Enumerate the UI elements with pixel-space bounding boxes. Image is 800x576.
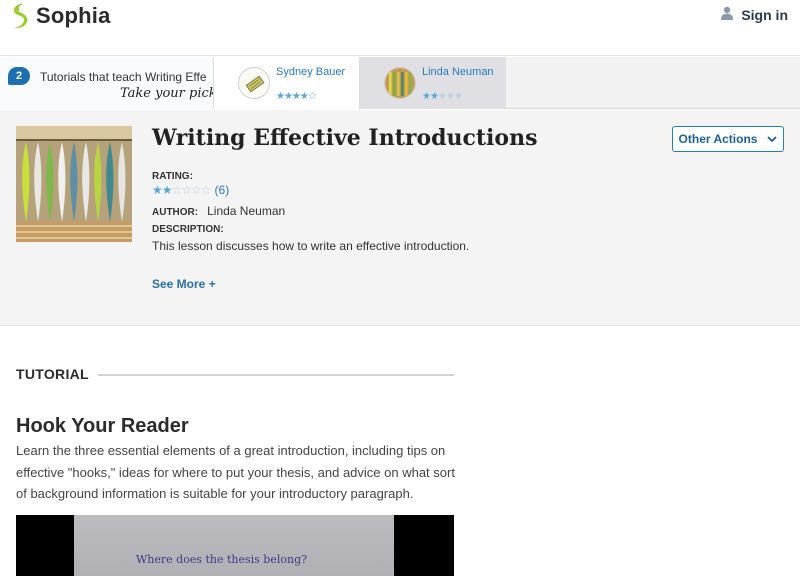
- tutorial-card-linda-neuman[interactable]: Linda Neuman ★★★★★: [360, 57, 506, 109]
- user-icon: [721, 6, 734, 23]
- tutorial-rating-stars: ★★★★☆: [276, 91, 317, 102]
- video-player[interactable]: Where does the thesis belong?: [16, 515, 454, 576]
- tutorial-thumbnail: [238, 67, 270, 99]
- lesson-title: Writing Effective Introductions: [152, 125, 538, 151]
- author-row: AUTHOR: Linda Neuman: [152, 204, 285, 218]
- other-actions-label: Other Actions: [678, 132, 758, 146]
- lesson-rating[interactable]: ★★☆☆☆☆ (6): [152, 183, 229, 197]
- description-label: DESCRIPTION:: [152, 224, 224, 235]
- star-icon: ★★☆☆☆☆: [152, 183, 212, 197]
- section-title: Hook Your Reader: [16, 415, 189, 437]
- author-label: AUTHOR:: [152, 207, 199, 218]
- tutorial-card-sydney-bauer[interactable]: Sydney Bauer ★★★★☆: [214, 57, 360, 109]
- tutorial-picker: 2 Tutorials that teach Writing Effective…: [0, 57, 800, 109]
- picker-intro: 2 Tutorials that teach Writing Effective…: [0, 57, 214, 109]
- video-frame: Where does the thesis belong?: [74, 515, 394, 576]
- tutorial-count-badge: 2: [8, 67, 30, 85]
- tutorial-heading: TUTORIAL: [16, 366, 89, 382]
- lesson-image: [16, 126, 132, 242]
- brand-name: Sophia: [36, 3, 111, 28]
- sign-in-label: Sign in: [741, 6, 788, 23]
- rating-count[interactable]: (6): [215, 183, 230, 197]
- divider: [98, 374, 454, 376]
- see-more-link[interactable]: See More +: [152, 277, 216, 291]
- rating-label: RATING:: [152, 171, 193, 182]
- tutorial-author: Linda Neuman: [422, 66, 494, 78]
- tutorial-thumbnail: [384, 67, 416, 99]
- video-caption: Where does the thesis belong?: [136, 553, 308, 566]
- sophia-logo[interactable]: Sophia: [10, 2, 111, 30]
- other-actions-button[interactable]: Other Actions: [672, 126, 784, 152]
- description-text: This lesson discusses how to write an ef…: [152, 239, 470, 253]
- sign-in-link[interactable]: Sign in: [721, 6, 788, 23]
- picker-subtitle: Take your pick:: [120, 86, 214, 101]
- site-header: Sophia Sign in: [0, 0, 800, 56]
- lesson-hero: Writing Effective Introductions Other Ac…: [0, 110, 800, 326]
- sophia-logo-icon: [10, 3, 30, 29]
- section-description: Learn the three essential elements of a …: [16, 443, 455, 501]
- picker-title: Tutorials that teach Writing Effective I…: [40, 70, 206, 84]
- tutorial-author: Sydney Bauer: [276, 66, 346, 78]
- tutorial-rating-stars: ★★★★★: [422, 91, 463, 102]
- chevron-down-icon: [767, 132, 778, 146]
- author-name: Linda Neuman: [207, 204, 286, 218]
